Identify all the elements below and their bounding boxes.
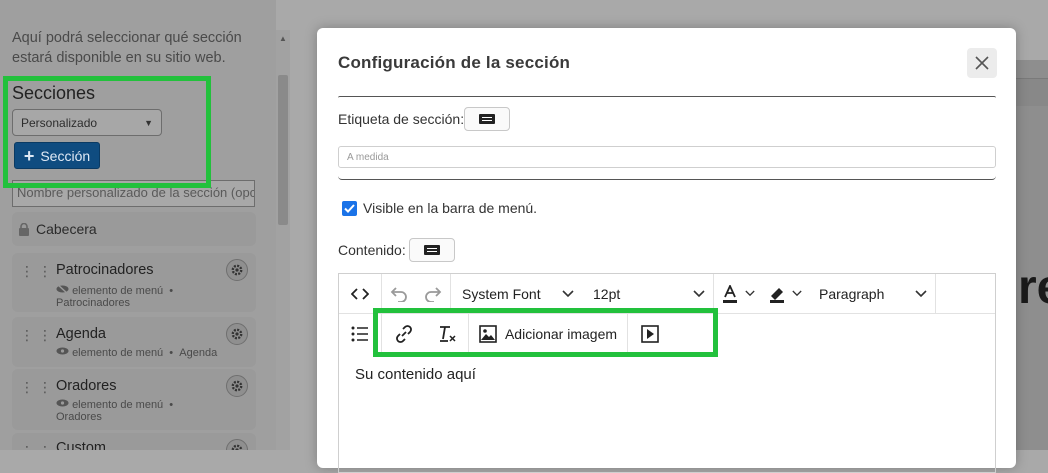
editor-toolbar-row-1: System Font 12pt Paragraph (339, 273, 995, 314)
section-meta: elemento de menú • Patrocinadores (56, 283, 174, 309)
background-bar (1016, 78, 1048, 106)
section-card[interactable]: ⋮⋮ Custom (12, 433, 256, 450)
menu-item-text: elemento de menú (72, 399, 164, 411)
check-icon (344, 204, 355, 213)
source-code-button[interactable] (339, 274, 381, 314)
sections-sidebar: Aquí podrá seleccionar qué sección estar… (0, 0, 276, 450)
background-heading-fragment: re (1018, 261, 1048, 314)
section-mode-select[interactable]: Personalizado ▼ (12, 109, 162, 136)
clear-formatting-button[interactable] (426, 314, 468, 354)
eye-icon (56, 399, 69, 407)
menu-item-text: elemento de menú (72, 347, 164, 359)
code-icon (351, 287, 369, 300)
chevron-down-icon (693, 289, 705, 297)
background-page: re (1016, 60, 1048, 450)
plus-icon: + (23, 145, 35, 166)
drag-handle-icon[interactable]: ⋮⋮ (20, 327, 52, 344)
section-card[interactable]: ⋮⋮ Agenda elemento de menú • Agenda (12, 317, 256, 367)
section-settings-gear-icon[interactable] (226, 259, 248, 281)
link-icon (396, 325, 412, 343)
section-label-text: Etiqueta de sección: (338, 111, 465, 127)
translate-content-button[interactable] (409, 238, 455, 262)
bullet-list-button[interactable] (339, 314, 381, 354)
media-play-icon (641, 325, 659, 343)
chevron-down-icon (562, 289, 574, 297)
language-icon (479, 114, 495, 124)
rich-text-editor: System Font 12pt Paragraph Adicionar ima… (338, 273, 996, 473)
caret-down-icon: ▼ (144, 117, 153, 128)
section-name: Custom (56, 440, 106, 450)
undo-button[interactable] (382, 274, 416, 314)
scroll-up-icon[interactable]: ▲ (279, 34, 287, 43)
close-icon (975, 56, 989, 70)
section-name: Oradores (56, 378, 117, 394)
divider (338, 176, 996, 180)
drag-handle-icon[interactable]: ⋮⋮ (20, 443, 52, 450)
font-size-dropdown[interactable]: 12pt (582, 274, 713, 314)
section-meta: elemento de menú • Oradores (56, 399, 174, 423)
lock-icon (19, 222, 29, 236)
clear-format-icon (440, 326, 456, 342)
chevron-down-icon (744, 290, 755, 297)
bullet-list-icon (351, 326, 368, 342)
header-section-label: Cabecera (36, 221, 97, 237)
scrollbar-thumb[interactable] (278, 75, 288, 225)
header-section-card: Cabecera (12, 212, 256, 246)
section-card[interactable]: ⋮⋮ Patrocinadores elemento de menú • Pat… (12, 253, 256, 312)
add-image-label: Adicionar imagem (504, 326, 618, 342)
intro-text: Aquí podrá seleccionar qué sección estar… (12, 30, 242, 66)
section-settings-gear-icon[interactable] (226, 375, 248, 397)
section-name: Agenda (56, 326, 106, 342)
block-format-value: Paragraph (819, 285, 885, 302)
highlight-color-button[interactable] (761, 274, 808, 314)
menu-item-sub: Agenda (179, 347, 218, 359)
eye-icon (56, 347, 69, 355)
section-meta: elemento de menú • Agenda (56, 346, 246, 359)
modal-title: Configuración de la sección (338, 53, 571, 72)
section-label-input[interactable]: A medida (338, 146, 996, 168)
font-family-dropdown[interactable]: System Font (451, 274, 582, 314)
redo-icon (425, 286, 442, 302)
divider (338, 96, 996, 98)
section-card[interactable]: ⋮⋮ Oradores elemento de menú • Oradores (12, 369, 256, 430)
add-image-button[interactable]: Adicionar imagem (469, 314, 627, 354)
content-label: Contenido: (338, 242, 406, 258)
menu-item-sub: Oradores (56, 411, 102, 423)
section-settings-gear-icon[interactable] (226, 323, 248, 345)
add-section-label: Sección (40, 147, 91, 164)
section-name: Patrocinadores (56, 262, 154, 278)
drag-handle-icon[interactable]: ⋮⋮ (20, 379, 52, 396)
visible-menu-checkbox[interactable] (342, 201, 357, 216)
editor-toolbar-row-2: Adicionar imagem (339, 314, 995, 354)
text-color-button[interactable] (714, 274, 761, 314)
language-icon (424, 245, 440, 255)
sections-title: Secciones (12, 83, 96, 103)
text-color-icon (722, 284, 737, 303)
sidebar-scrollbar[interactable]: ▲ (276, 30, 290, 450)
section-mode-value: Personalizado (21, 115, 98, 130)
editor-content[interactable]: Su contenido aquí (355, 366, 476, 383)
font-size-value: 12pt (593, 285, 621, 302)
eye-slash-icon (56, 283, 69, 295)
menu-item-sub: Patrocinadores (56, 297, 130, 309)
section-settings-gear-icon[interactable] (226, 439, 248, 450)
menu-item-text: elemento de menú (72, 285, 164, 297)
custom-section-name-input[interactable]: Nombre personalizado de la sección (opc (12, 180, 255, 207)
highlighter-icon (769, 287, 784, 303)
close-button[interactable] (967, 48, 997, 78)
section-config-modal: Configuración de la sección Etiqueta de … (317, 28, 1016, 473)
block-format-dropdown[interactable]: Paragraph (808, 274, 935, 314)
chevron-down-icon (791, 290, 802, 297)
image-icon (479, 325, 497, 343)
redo-button[interactable] (416, 274, 450, 314)
font-family-value: System Font (462, 285, 541, 302)
undo-icon (390, 286, 407, 302)
insert-link-button[interactable] (382, 314, 426, 354)
insert-media-button[interactable] (628, 314, 672, 354)
chevron-down-icon (915, 289, 927, 297)
translate-label-button[interactable] (464, 107, 510, 131)
visible-menu-label: Visible en la barra de menú. (363, 200, 538, 216)
add-section-button[interactable]: + Sección (14, 142, 100, 169)
drag-handle-icon[interactable]: ⋮⋮ (20, 263, 52, 280)
